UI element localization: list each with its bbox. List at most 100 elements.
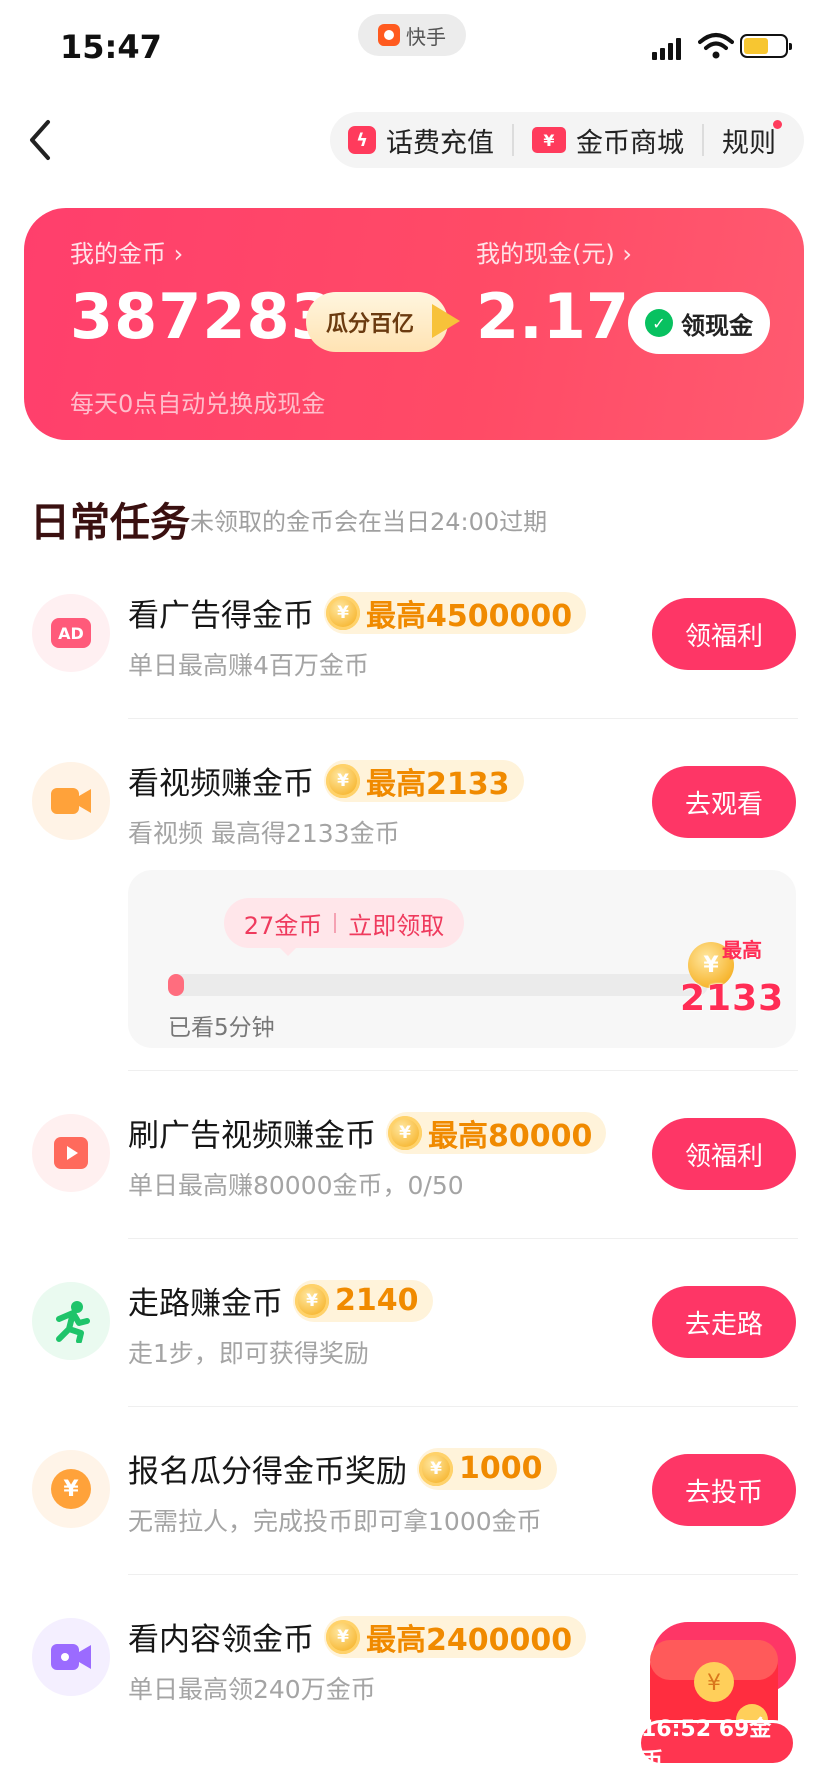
section-title: 日常任务 [30, 500, 190, 546]
reward-badge: ¥ 最高4500000 [324, 591, 587, 634]
notification-dot-icon [773, 120, 782, 129]
reward-text: 最高4500000 [366, 598, 573, 634]
bubble-coins: 27金币 [243, 911, 323, 940]
task-title-text: 看广告得金币 [128, 598, 314, 634]
reward-text: 2140 [335, 1283, 419, 1318]
task-button[interactable]: 去投币 [652, 1454, 796, 1526]
watched-text: 已看5分钟 [168, 1015, 275, 1041]
bubble-tail [278, 946, 298, 956]
task-desc: 单日最高赚80000金币，0/50 [128, 1171, 464, 1200]
task-title-text: 报名瓜分得金币奖励 [128, 1454, 407, 1490]
kuaishou-label: 快手 [406, 24, 446, 49]
task-title-text: 看视频赚金币 [128, 766, 314, 802]
coin-icon: ¥ [326, 763, 360, 798]
my-coins-label: 我的金币 [70, 240, 166, 268]
coin-icon: ¥ [419, 1451, 453, 1486]
coin-icon: ¥ [295, 1283, 329, 1318]
task-title-text: 刷广告视频赚金币 [128, 1118, 376, 1154]
bubble-claim: 立即领取 [348, 911, 445, 940]
rules-button[interactable]: 规则 [704, 112, 794, 168]
battery-icon [740, 34, 792, 58]
kuaishou-pill[interactable]: 快手 [358, 14, 466, 56]
kuaishou-logo-icon [378, 24, 400, 46]
coin-icon: ¥ [326, 595, 360, 630]
back-arrow-icon[interactable] [26, 118, 56, 162]
task-title: 看广告得金币 ¥ 最高4500000 [128, 590, 587, 635]
my-cash-label: 我的现金(元) [476, 240, 615, 268]
task-title-text: 走路赚金币 [128, 1286, 283, 1322]
wallet-card: 我的金币 › 387283 瓜分百亿 我的现金(元) › 2.17 ✓ 领现金 … [24, 208, 804, 440]
task-button[interactable]: 去走路 [652, 1286, 796, 1358]
task-desc: 走1步，即可获得奖励 [128, 1339, 369, 1368]
phone-recharge-icon: ϟ [348, 126, 376, 154]
coin-mall-button[interactable]: ¥ 金币商城 [514, 112, 702, 168]
task-desc: 单日最高赚4百万金币 [128, 651, 369, 680]
max-value: 2133 [680, 978, 785, 1019]
task-button[interactable]: 去观看 [652, 766, 796, 838]
reward-text: 最高2133 [366, 766, 510, 802]
wallet-subtitle: 每天0点自动兑换成现金 [70, 390, 326, 418]
rules-label: 规则 [722, 127, 776, 159]
task-title: 看视频赚金币 ¥ 最高2133 [128, 758, 524, 803]
claim-cash-button[interactable]: ✓ 领现金 [628, 292, 770, 354]
reward-text: 1000 [459, 1451, 543, 1486]
max-label: 最高 [722, 938, 762, 962]
divider [334, 913, 337, 933]
progress-track [168, 974, 708, 996]
coins-value: 387283 [70, 280, 335, 353]
task-title: 看内容领金币 ¥ 最高2400000 [128, 1614, 587, 1659]
video-camera-icon [32, 762, 110, 840]
reward-badge: ¥ 最高80000 [386, 1111, 607, 1154]
claim-bubble[interactable]: 27金币 立即领取 [224, 898, 464, 948]
claim-cash-label: 领现金 [681, 311, 753, 340]
split-badge[interactable]: 瓜分百亿 [306, 292, 448, 352]
signal-icon [652, 36, 681, 60]
task-desc: 单日最高领240万金币 [128, 1675, 376, 1704]
task-desc: 无需拉人，完成投币即可拿1000金币 [128, 1507, 542, 1536]
coin-yuan-icon: ¥ [32, 1450, 110, 1528]
wechat-icon: ✓ [645, 309, 673, 337]
reward-text: 最高80000 [428, 1118, 593, 1154]
divider [128, 718, 798, 719]
task-title-text: 看内容领金币 [128, 1622, 314, 1658]
arrow-right-icon [432, 304, 460, 338]
walking-icon [32, 1282, 110, 1360]
reward-badge: ¥1000 [417, 1447, 557, 1490]
wifi-icon [698, 33, 734, 59]
divider [128, 1070, 798, 1071]
floating-countdown[interactable]: 16:52 69金币 [638, 1717, 796, 1774]
video-progress-card: 27金币 立即领取 已看5分钟 ¥ 最高 2133 [128, 870, 796, 1048]
task-button[interactable]: 领福利 [652, 1118, 796, 1190]
svg-text:¥: ¥ [707, 1671, 721, 1696]
ad-video-icon [32, 1114, 110, 1192]
coin-icon: ¥ [326, 1619, 360, 1654]
phone-recharge-button[interactable]: ϟ 话费充值 [330, 112, 512, 168]
reward-badge: ¥ 最高2400000 [324, 1615, 587, 1658]
reward-badge: ¥2140 [293, 1279, 433, 1322]
task-title: 走路赚金币 ¥2140 [128, 1278, 433, 1323]
divider [128, 1406, 798, 1407]
status-time: 15:47 [60, 28, 162, 66]
reward-text: 最高2400000 [366, 1622, 573, 1658]
task-title: 刷广告视频赚金币 ¥ 最高80000 [128, 1110, 607, 1155]
divider [128, 1238, 798, 1239]
split-badge-label: 瓜分百亿 [326, 312, 415, 337]
cash-value: 2.17 [476, 280, 629, 353]
task-desc: 看视频 最高得2133金币 [128, 819, 400, 848]
coin-icon: ¥ [388, 1115, 422, 1150]
progress-fill [168, 974, 185, 996]
coin-mall-label: 金币商城 [576, 127, 684, 159]
max-reward-badge: ¥ 最高 2133 [680, 934, 790, 1034]
task-button[interactable]: 领福利 [652, 598, 796, 670]
reward-badge: ¥ 最高2133 [324, 759, 524, 802]
ad-icon: AD [32, 594, 110, 672]
chevron-right-icon: › [622, 240, 632, 268]
video-content-icon [32, 1618, 110, 1696]
chevron-right-icon: › [173, 240, 184, 268]
phone-recharge-label: 话费充值 [386, 127, 494, 159]
my-coins-link[interactable]: 我的金币 › [70, 234, 183, 269]
section-subtitle: 未领取的金币会在当日24:00过期 [190, 508, 548, 536]
my-cash-link[interactable]: 我的现金(元) › [476, 234, 632, 269]
divider [128, 1574, 798, 1575]
coin-mall-icon: ¥ [532, 127, 566, 153]
